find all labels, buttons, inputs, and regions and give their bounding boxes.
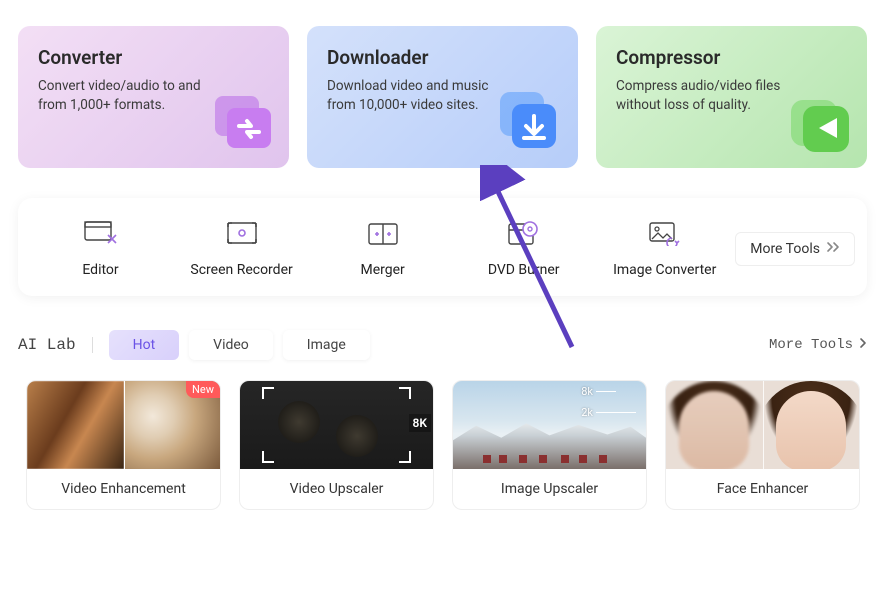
new-badge: New	[186, 381, 220, 398]
editor-icon	[83, 220, 119, 248]
screen-recorder-icon	[224, 220, 260, 248]
upscaler-8k-badge: 8K	[409, 414, 431, 432]
chevron-double-right-icon	[826, 241, 840, 257]
more-tools-button[interactable]: More Tools	[735, 232, 855, 266]
tool-image-converter[interactable]: Image Converter	[594, 220, 735, 278]
compressor-card[interactable]: Compressor Compress audio/video files wi…	[596, 26, 867, 168]
downloader-title: Downloader	[327, 46, 558, 69]
ai-lab-more-tools-link[interactable]: More Tools	[769, 337, 867, 354]
more-tools-label: More Tools	[750, 241, 820, 257]
chevron-right-icon	[859, 337, 867, 354]
ai-card-title: Video Upscaler	[240, 469, 433, 509]
merger-icon	[365, 220, 401, 248]
ai-card-title: Face Enhancer	[666, 469, 859, 509]
converter-card[interactable]: Converter Convert video/audio to and fro…	[18, 26, 289, 168]
face-enhancer-thumb	[666, 381, 859, 469]
compressor-desc: Compress audio/video files without loss …	[616, 77, 796, 115]
tool-image-converter-label: Image Converter	[613, 262, 716, 278]
tab-image[interactable]: Image	[283, 330, 370, 360]
tool-screen-recorder-label: Screen Recorder	[190, 262, 292, 278]
downloader-icon	[490, 84, 570, 164]
tools-bar: Editor Screen Recorder Merger DVD Burner…	[18, 198, 867, 296]
ai-card-face-enhancer[interactable]: Face Enhancer	[665, 380, 860, 510]
tool-editor[interactable]: Editor	[30, 220, 171, 278]
ai-lab-grid: New Video Enhancement 8K Video Upscaler	[26, 380, 867, 510]
converter-icon	[201, 84, 281, 164]
feature-cards-row: Converter Convert video/audio to and fro…	[0, 0, 885, 168]
image-upscaler-thumb: 8k 2k	[453, 381, 646, 469]
ai-card-title: Video Enhancement	[27, 469, 220, 509]
divider	[92, 337, 93, 353]
dvd-burner-icon	[506, 220, 542, 248]
downloader-desc: Download video and music from 10,000+ vi…	[327, 77, 507, 115]
video-upscaler-thumb: 8K	[240, 381, 433, 469]
ai-lab-more-label: More Tools	[769, 337, 853, 353]
ai-lab-tabs: Hot Video Image	[109, 330, 370, 360]
tool-merger[interactable]: Merger	[312, 220, 453, 278]
label-8k: 8k	[581, 385, 593, 398]
tool-merger-label: Merger	[360, 262, 404, 278]
tool-dvd-burner[interactable]: DVD Burner	[453, 220, 594, 278]
tool-dvd-burner-label: DVD Burner	[488, 262, 560, 278]
label-2k: 2k	[581, 406, 593, 419]
compressor-title: Compressor	[616, 46, 847, 69]
tool-editor-label: Editor	[82, 262, 118, 278]
tool-screen-recorder[interactable]: Screen Recorder	[171, 220, 312, 278]
tab-video[interactable]: Video	[189, 330, 273, 360]
ai-card-image-upscaler[interactable]: 8k 2k Image Upscaler	[452, 380, 647, 510]
downloader-card[interactable]: Downloader Download video and music from…	[307, 26, 578, 168]
converter-desc: Convert video/audio to and from 1,000+ f…	[38, 77, 218, 115]
ai-card-video-enhancement[interactable]: New Video Enhancement	[26, 380, 221, 510]
ai-lab-label: AI Lab	[18, 336, 76, 354]
ai-card-title: Image Upscaler	[453, 469, 646, 509]
converter-title: Converter	[38, 46, 269, 69]
ai-lab-row: AI Lab Hot Video Image More Tools	[18, 330, 867, 360]
ai-card-video-upscaler[interactable]: 8K Video Upscaler	[239, 380, 434, 510]
image-converter-icon	[647, 220, 683, 248]
compressor-icon	[779, 84, 859, 164]
tab-hot[interactable]: Hot	[109, 330, 180, 360]
